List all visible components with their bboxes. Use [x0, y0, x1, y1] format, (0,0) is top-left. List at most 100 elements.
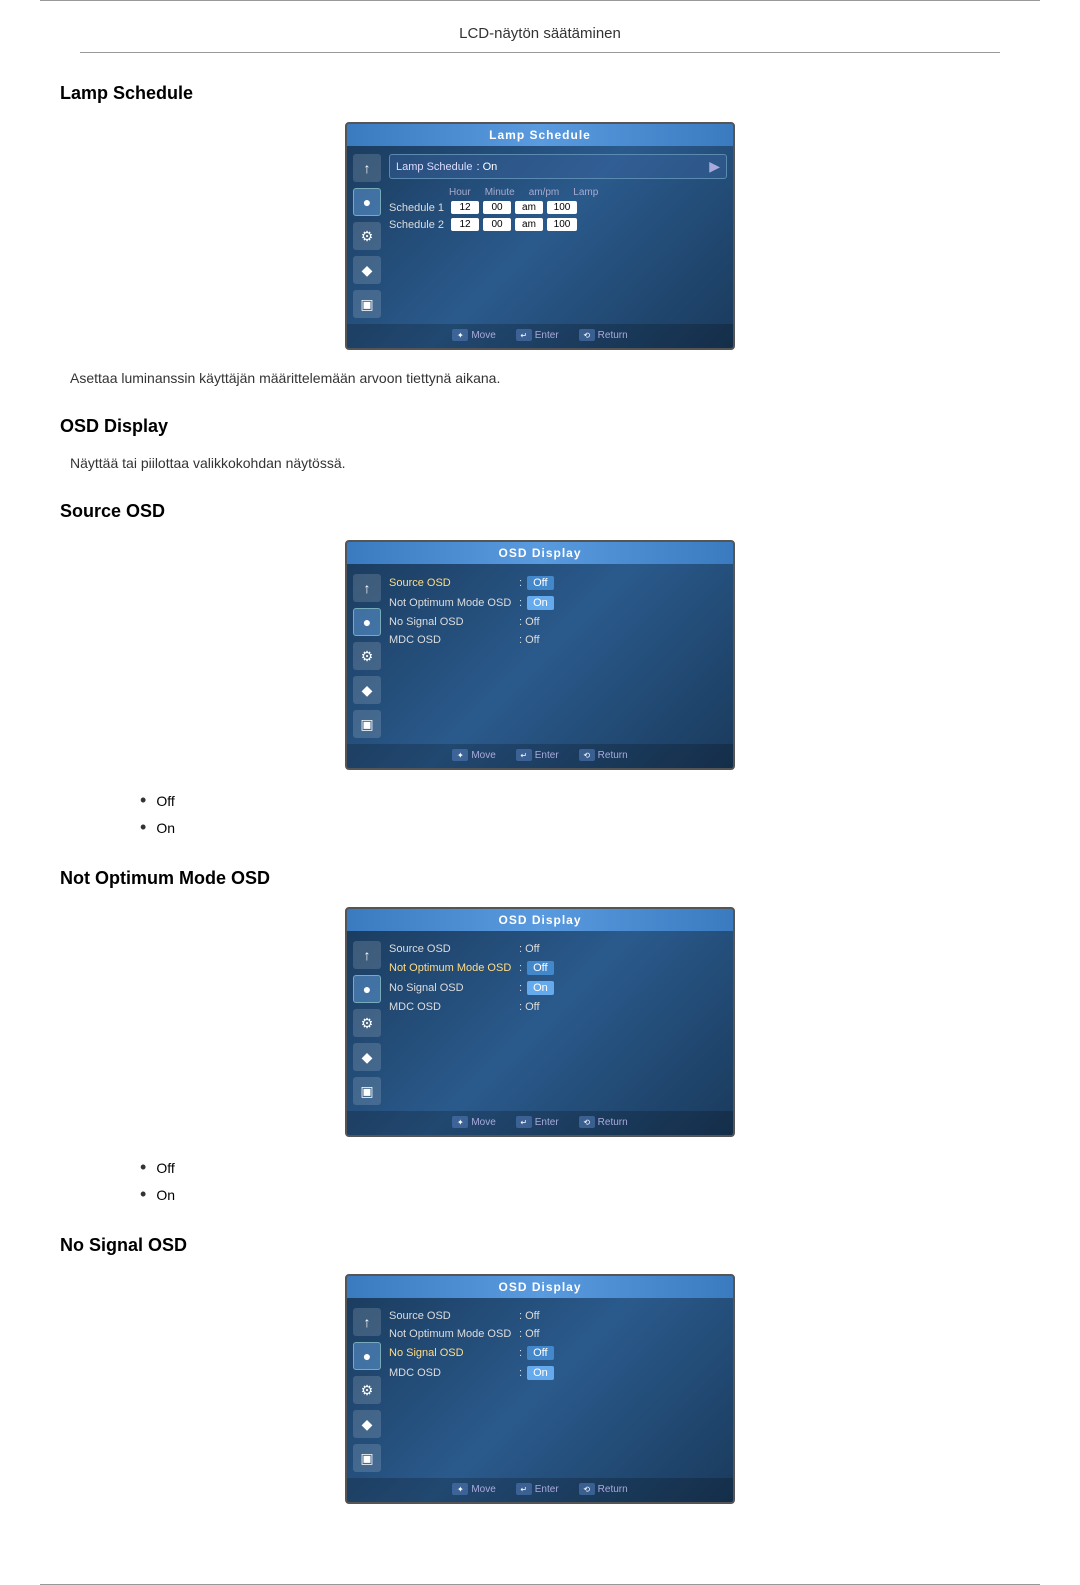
- not-opt-colon-1: : Off: [519, 943, 540, 955]
- not-opt-enter-icon: ↵: [516, 1116, 532, 1128]
- source-osd-main: Source OSD : Off Not Optimum Mode OSD : …: [389, 572, 727, 738]
- footer-move-label: Move: [471, 330, 495, 341]
- lamp-sidebar: ↑ ● ⚙ ◆ ▣: [353, 154, 381, 318]
- not-opt-move-icon: ✦: [452, 1116, 468, 1128]
- source-osd-row-2: Not Optimum Mode OSD : On: [389, 596, 727, 610]
- not-opt-footer-move: ✦ Move: [452, 1116, 495, 1128]
- lamp-menu-row: Lamp Schedule : On ▶: [389, 154, 727, 179]
- no-sig-row-2: Not Optimum Mode OSD : Off: [389, 1328, 727, 1340]
- no-sig-enter-icon: ↵: [516, 1483, 532, 1495]
- source-osd-colon-4: : Off: [519, 634, 540, 646]
- header-ampm: am/pm: [529, 187, 560, 198]
- not-optimum-title: Not Optimum Mode OSD: [60, 868, 1020, 889]
- not-opt-value-2: Off: [527, 961, 553, 975]
- no-signal-screen-title: OSD Display: [347, 1276, 733, 1298]
- footer-enter-label: Enter: [535, 330, 559, 341]
- sidebar-icon-2: ●: [353, 188, 381, 216]
- schedule-2-minute: 00: [483, 218, 511, 231]
- no-sig-colon-1: : Off: [519, 1310, 540, 1322]
- source-sidebar-icon-2: ●: [353, 608, 381, 636]
- not-opt-label-2: Not Optimum Mode OSD: [389, 962, 519, 974]
- lamp-arrow-icon: ▶: [709, 158, 720, 175]
- not-opt-bullet-label-2: On: [156, 1187, 175, 1203]
- not-opt-sidebar-icon-2: ●: [353, 975, 381, 1003]
- source-osd-label-3: No Signal OSD: [389, 616, 519, 628]
- source-footer-move: ✦ Move: [452, 749, 495, 761]
- footer-return-label: Return: [598, 330, 628, 341]
- schedule-1-row: Schedule 1 12 00 am 100: [389, 201, 727, 214]
- no-sig-label-2: Not Optimum Mode OSD: [389, 1328, 519, 1340]
- not-opt-row-2: Not Optimum Mode OSD : Off: [389, 961, 727, 975]
- source-sidebar-icon-5: ▣: [353, 710, 381, 738]
- no-sig-return-icon: ⟲: [579, 1483, 595, 1495]
- source-osd-bullets: • Off • On: [140, 790, 1020, 838]
- header-lamp: Lamp: [573, 187, 598, 198]
- no-signal-osd-screen: OSD Display ↑ ● ⚙ ◆ ▣ Source OSD : Off: [60, 1274, 1020, 1504]
- no-sig-label-1: Source OSD: [389, 1310, 519, 1322]
- schedule-1-ampm: am: [515, 201, 543, 214]
- source-bullet-label-2: On: [156, 820, 175, 836]
- not-opt-bullet-dot-1: •: [140, 1157, 146, 1178]
- osd-display-title: OSD Display: [60, 416, 1020, 437]
- not-opt-footer-return-label: Return: [598, 1117, 628, 1128]
- no-signal-footer: ✦ Move ↵ Enter ⟲ Return: [347, 1478, 733, 1502]
- source-osd-sidebar: ↑ ● ⚙ ◆ ▣: [353, 572, 381, 738]
- source-osd-colon-3: : Off: [519, 616, 540, 628]
- no-sig-label-3: No Signal OSD: [389, 1347, 519, 1359]
- not-opt-row-1: Source OSD : Off: [389, 943, 727, 955]
- source-bullet-label-1: Off: [156, 793, 174, 809]
- page-title: LCD-näytön säätäminen: [80, 11, 1000, 53]
- no-sig-value-3: Off: [527, 1346, 553, 1360]
- no-sig-colon-2: : Off: [519, 1328, 540, 1340]
- no-sig-value-4: On: [527, 1366, 554, 1380]
- source-move-icon: ✦: [452, 749, 468, 761]
- source-footer-enter-label: Enter: [535, 750, 559, 761]
- source-bullet-dot-1: •: [140, 790, 146, 811]
- enter-icon: ↵: [516, 329, 532, 341]
- source-osd-title: Source OSD: [60, 501, 1020, 522]
- schedule-2-hour: 12: [451, 218, 479, 231]
- not-opt-colon-3: :: [519, 982, 525, 994]
- not-opt-sidebar-icon-3: ⚙: [353, 1009, 381, 1037]
- not-opt-colon-2: :: [519, 962, 525, 974]
- not-optimum-screen: OSD Display ↑ ● ⚙ ◆ ▣ Source OSD : Off: [60, 907, 1020, 1137]
- not-opt-footer-return: ⟲ Return: [579, 1116, 628, 1128]
- source-osd-colon-2: :: [519, 597, 525, 609]
- no-sig-sidebar-icon-1: ↑: [353, 1308, 381, 1336]
- not-opt-bullet-label-1: Off: [156, 1160, 174, 1176]
- schedule-1-hour: 12: [451, 201, 479, 214]
- source-bullet-2: • On: [140, 817, 1020, 838]
- not-opt-footer-enter: ↵ Enter: [516, 1116, 559, 1128]
- source-osd-value-1: Off: [527, 576, 553, 590]
- no-sig-row-1: Source OSD : Off: [389, 1310, 727, 1322]
- schedule-2-ampm: am: [515, 218, 543, 231]
- sidebar-icon-3: ⚙: [353, 222, 381, 250]
- not-opt-sidebar-icon-1: ↑: [353, 941, 381, 969]
- no-sig-sidebar-icon-2: ●: [353, 1342, 381, 1370]
- source-sidebar-icon-3: ⚙: [353, 642, 381, 670]
- sidebar-icon-4: ◆: [353, 256, 381, 284]
- no-sig-footer-enter-label: Enter: [535, 1484, 559, 1495]
- footer-move: ✦ Move: [452, 329, 495, 341]
- no-signal-sidebar: ↑ ● ⚙ ◆ ▣: [353, 1306, 381, 1472]
- source-osd-row-1: Source OSD : Off: [389, 576, 727, 590]
- schedule-2-lamp: 100: [547, 218, 577, 231]
- no-sig-footer-move: ✦ Move: [452, 1483, 495, 1495]
- not-optimum-screen-title: OSD Display: [347, 909, 733, 931]
- no-sig-row-4: MDC OSD : On: [389, 1366, 727, 1380]
- lamp-main: Lamp Schedule : On ▶ Hour Minute am/pm L…: [389, 154, 727, 318]
- no-sig-label-4: MDC OSD: [389, 1367, 519, 1379]
- not-optimum-osd-main: Source OSD : Off Not Optimum Mode OSD : …: [389, 939, 727, 1105]
- not-opt-value-3: On: [527, 981, 554, 995]
- no-sig-sidebar-icon-4: ◆: [353, 1410, 381, 1438]
- not-optimum-bullets: • Off • On: [140, 1157, 1020, 1205]
- lamp-footer: ✦ Move ↵ Enter ⟲ Return: [347, 324, 733, 348]
- schedule-1-label: Schedule 1: [389, 202, 447, 214]
- footer-enter: ↵ Enter: [516, 329, 559, 341]
- lamp-menu-label: Lamp Schedule: [396, 161, 472, 173]
- no-sig-colon-4: :: [519, 1367, 525, 1379]
- not-optimum-footer: ✦ Move ↵ Enter ⟲ Return: [347, 1111, 733, 1135]
- schedule-2-label: Schedule 2: [389, 219, 447, 231]
- sidebar-icon-1: ↑: [353, 154, 381, 182]
- source-osd-row-4: MDC OSD : Off: [389, 634, 727, 646]
